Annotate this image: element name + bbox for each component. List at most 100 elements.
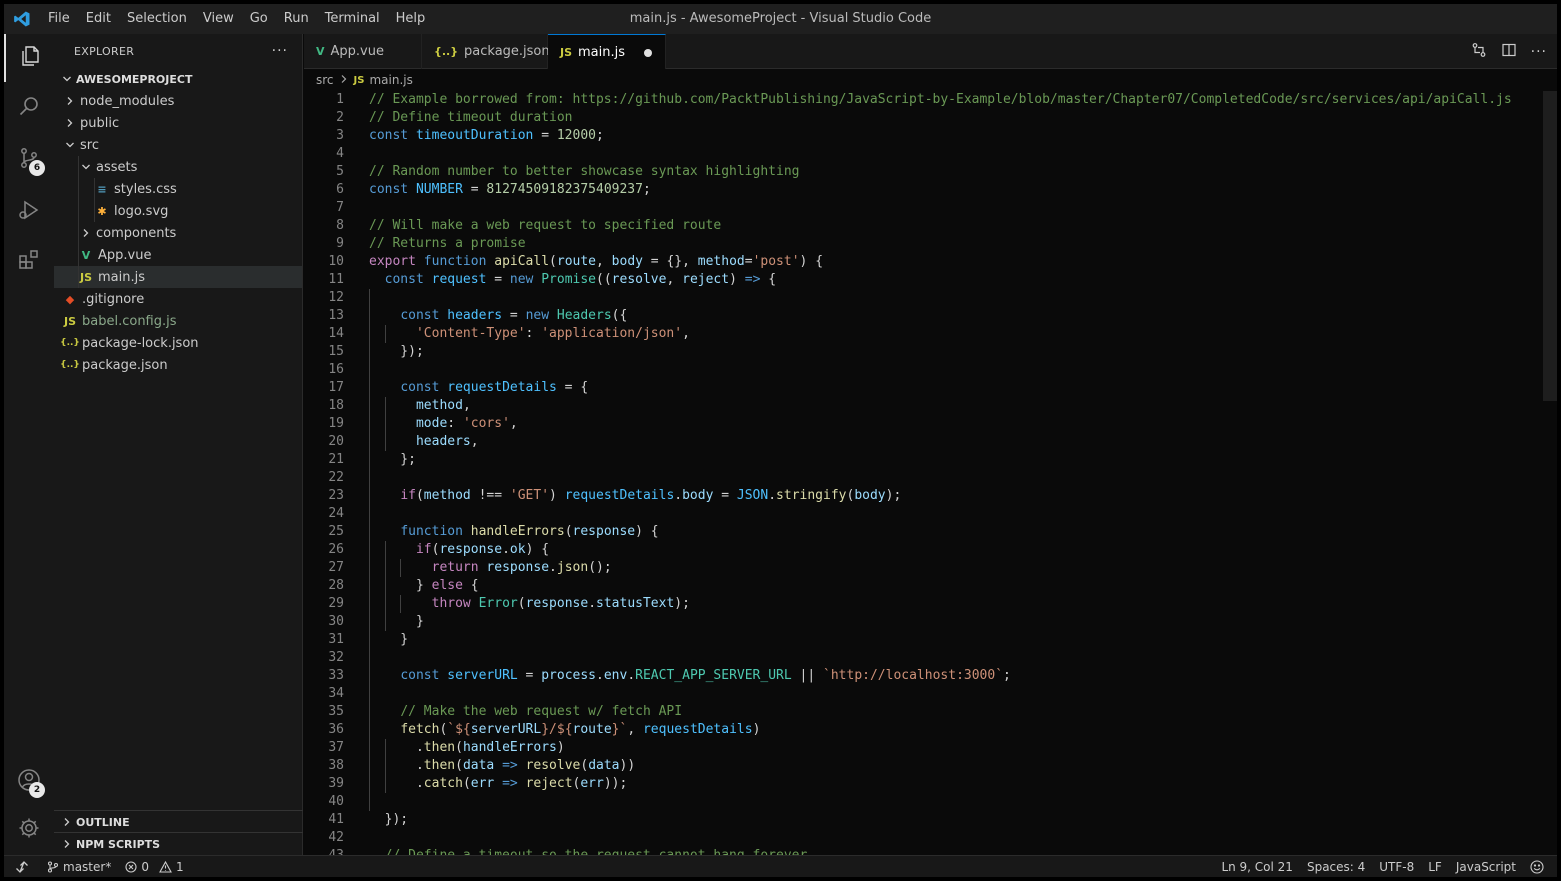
tree-item-label: App.vue (98, 247, 152, 263)
npm-scripts-label: NPM SCRIPTS (76, 837, 161, 851)
code-token: reject (525, 776, 573, 791)
tree-folder[interactable]: assets (54, 156, 302, 178)
tab-package-json[interactable]: {..} package.json (422, 34, 550, 69)
code-token: else (431, 578, 463, 593)
code-token: response (439, 542, 503, 557)
line-number: 1 (336, 92, 344, 107)
indent-guide (369, 793, 370, 811)
tab-main-js[interactable]: JS main.js (548, 34, 666, 69)
code-line: const requestDetails = { (369, 379, 1544, 397)
tree-folder[interactable]: node_modules (54, 90, 302, 112)
run-debug-icon (17, 198, 41, 226)
tree-item-label: babel.config.js (82, 313, 177, 329)
code-token: REACT_APP_SERVER_URL (635, 668, 792, 683)
source-control-activity[interactable]: 6 (4, 136, 54, 184)
error-count: 0 (141, 859, 149, 874)
line-number: 38 (328, 758, 344, 773)
code-line: }); (369, 343, 1544, 361)
menu-view[interactable]: View (195, 4, 242, 34)
outline-section[interactable]: OUTLINE (54, 810, 303, 833)
npm-scripts-section[interactable]: NPM SCRIPTS (54, 832, 303, 855)
code-token: !== (470, 488, 510, 503)
menu-selection[interactable]: Selection (119, 4, 195, 34)
manage-activity[interactable] (4, 806, 54, 854)
code-token: } (369, 578, 432, 593)
indentation[interactable]: Spaces: 4 (1300, 860, 1372, 874)
tab-app-vue[interactable]: V App.vue (304, 34, 422, 69)
tree-folder[interactable]: public (54, 112, 302, 134)
more-actions-icon[interactable]: ··· (1531, 44, 1547, 60)
tab-label: App.vue (330, 44, 384, 59)
remote-indicator[interactable] (4, 855, 40, 877)
tree-file[interactable]: ≡ styles.css (54, 178, 302, 200)
code-line (369, 469, 1544, 487)
menu-help[interactable]: Help (388, 4, 434, 34)
tree-file[interactable]: {..} package.json (54, 354, 302, 376)
tree-file[interactable]: ◆ .gitignore (54, 288, 302, 310)
tree-item-label: package.json (82, 357, 168, 373)
tree-item-label: main.js (98, 269, 145, 285)
code-token: catch (423, 776, 463, 791)
code-token: // Example borrowed from: https://github… (369, 92, 1512, 107)
tree-folder[interactable]: components (54, 222, 302, 244)
code-content[interactable]: // Example borrowed from: https://github… (369, 91, 1544, 855)
problems-indicator[interactable]: 0 1 (118, 860, 190, 874)
run-debug-activity[interactable] (4, 188, 54, 236)
tree-file[interactable]: JS babel.config.js (54, 310, 302, 332)
feedback-icon[interactable] (1523, 859, 1551, 874)
search-activity[interactable] (4, 84, 54, 132)
extensions-icon (17, 248, 41, 276)
explorer-activity[interactable] (4, 34, 54, 82)
code-token: ; (642, 182, 651, 197)
line-number: 26 (328, 542, 344, 557)
unsaved-dot-icon[interactable] (644, 49, 652, 57)
code-token: : (525, 326, 542, 341)
accounts-activity[interactable]: 2 (4, 758, 54, 806)
git-branch[interactable]: master* (40, 860, 118, 874)
code-token: const (384, 272, 432, 287)
extensions-activity[interactable] (4, 238, 54, 286)
code-token: ) (549, 488, 565, 503)
code-token: data (462, 758, 495, 773)
line-number: 30 (328, 614, 344, 629)
encoding[interactable]: UTF-8 (1372, 860, 1421, 874)
tree-folder[interactable]: src (54, 134, 302, 156)
tree-file[interactable]: JS main.js (54, 266, 302, 288)
editor-scrollbar[interactable] (1543, 91, 1557, 401)
code-token: = (744, 254, 753, 269)
indent-guide (369, 649, 370, 667)
cursor-position[interactable]: Ln 9, Col 21 (1214, 860, 1300, 874)
tree-file[interactable]: V App.vue (54, 244, 302, 266)
menu-go[interactable]: Go (242, 4, 276, 34)
code-line: } else { (369, 577, 1544, 595)
line-number: 42 (328, 830, 344, 845)
menu-terminal[interactable]: Terminal (317, 4, 388, 34)
menu-file[interactable]: File (40, 4, 78, 34)
code-line: const timeoutDuration = 12000; (369, 127, 1544, 145)
line-number: 43 (304, 847, 344, 855)
indent-guide (369, 703, 370, 721)
chevron-right-icon (60, 839, 74, 849)
code-editor[interactable]: 1 2 3 4 5 6 7 8 9 10 11 12 13 14 15 16 17 18 19 20 21 22 23 24 2… (304, 91, 1557, 855)
project-folder-header[interactable]: AWESOMEPROJECT (54, 68, 302, 90)
vue-file-icon: V (81, 248, 91, 262)
indent-guide (384, 613, 386, 631)
tree-file[interactable]: ✱ logo.svg (54, 200, 302, 222)
tree-file[interactable]: {..} package-lock.json (54, 332, 302, 354)
line-numbers: 1 2 3 4 5 6 7 8 9 10 11 12 13 14 15 16 17 18 19 20 21 22 23 24 2… (304, 91, 344, 855)
open-changes-icon[interactable] (1471, 42, 1487, 62)
code-token: . (549, 560, 557, 575)
more-actions-icon[interactable]: ··· (272, 43, 288, 59)
language-mode[interactable]: JavaScript (1449, 860, 1523, 874)
menu-edit[interactable]: Edit (78, 4, 119, 34)
line-number: 31 (328, 632, 344, 647)
split-editor-icon[interactable] (1501, 42, 1517, 62)
end-of-line[interactable]: LF (1421, 860, 1449, 874)
code-token: export (369, 254, 424, 269)
code-token: then (423, 758, 456, 773)
breadcrumb-folder[interactable]: src (316, 73, 334, 87)
menu-run[interactable]: Run (276, 4, 317, 34)
breadcrumb-file[interactable]: main.js (369, 73, 412, 87)
